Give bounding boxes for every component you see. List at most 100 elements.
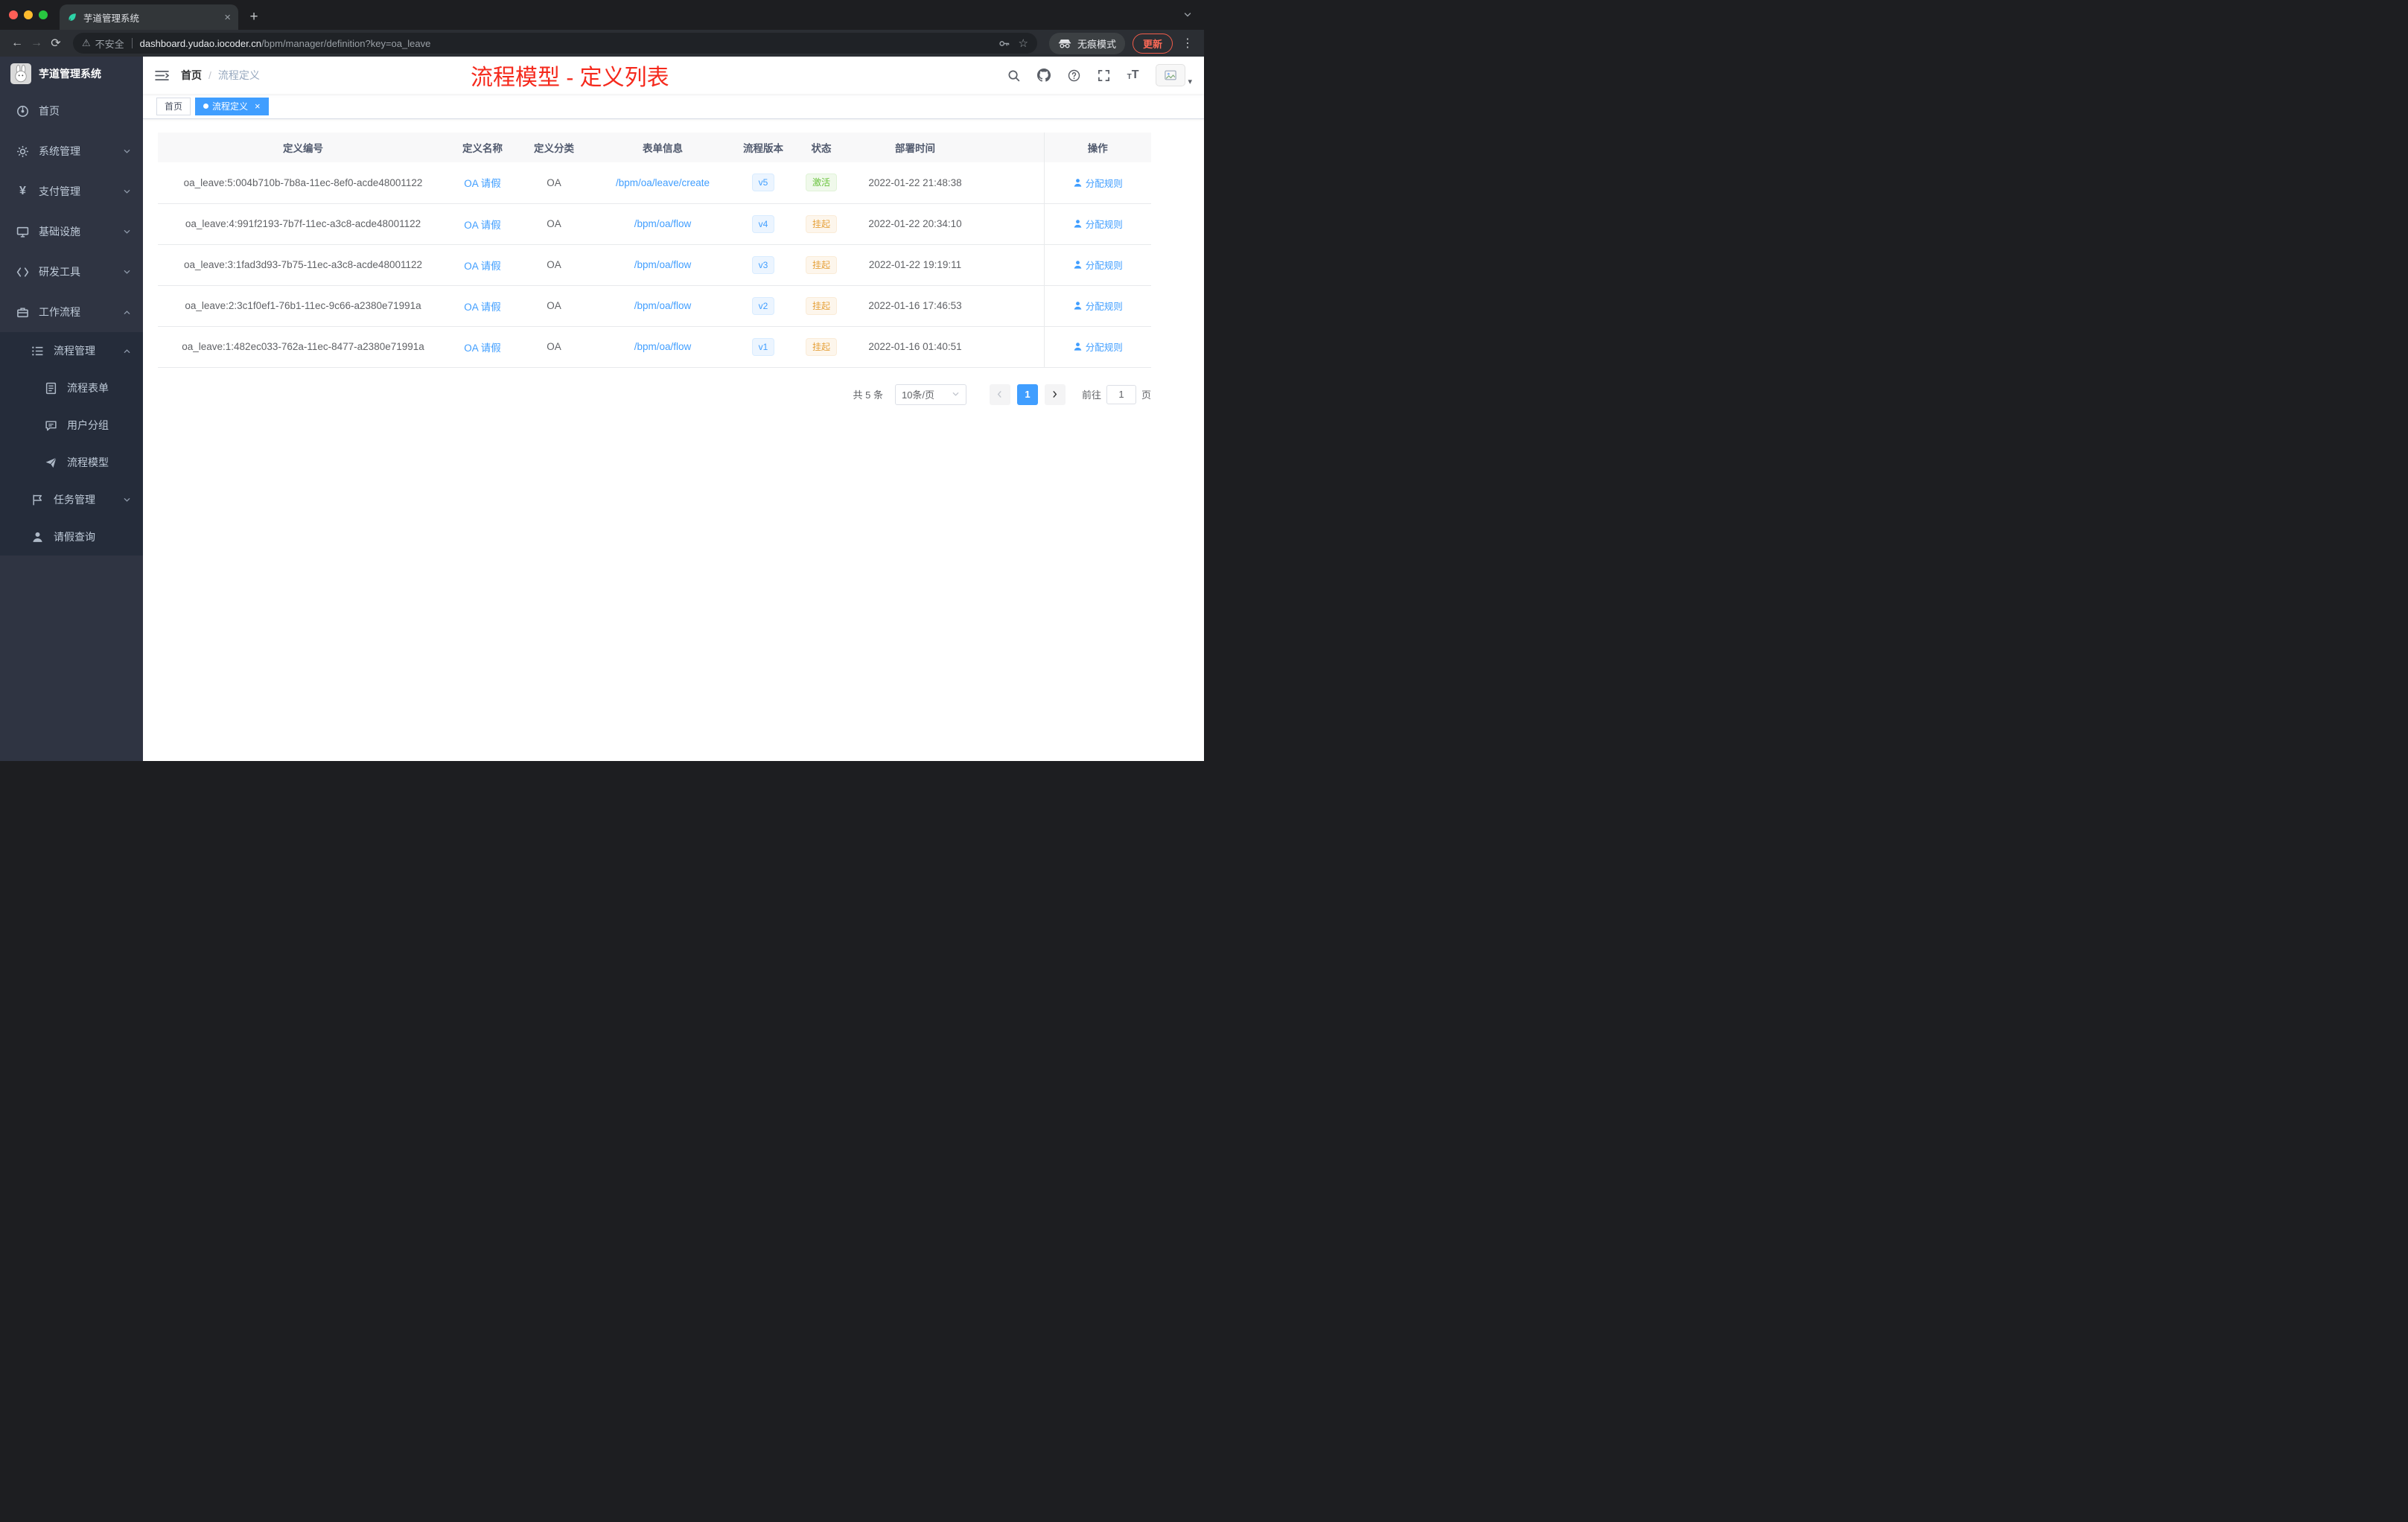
form-info-link[interactable]: /bpm/oa/leave/create [616, 177, 710, 188]
sidebar-item-workflow[interactable]: 工作流程 [0, 292, 143, 332]
url-host: dashboard.yudao.iocoder.cn [139, 37, 262, 49]
definition-name-link[interactable]: OA 请假 [464, 178, 501, 189]
tab-title: 芋道管理系统 [83, 13, 140, 24]
sidebar-item-home[interactable]: 首页 [0, 91, 143, 131]
sidebar-item-process-model[interactable]: 流程模型 [0, 444, 143, 481]
sidebar-item-payment[interactable]: ¥ 支付管理 [0, 171, 143, 211]
assign-rule-link[interactable]: 分配规则 [1073, 176, 1123, 190]
help-icon[interactable] [1068, 69, 1080, 82]
form-info-link[interactable]: /bpm/oa/flow [634, 341, 692, 352]
browser-tab[interactable]: 芋道管理系统 × [60, 4, 238, 30]
prev-page-button[interactable] [989, 383, 1010, 405]
col-deploy-time: 部署时间 [850, 133, 980, 162]
address-bar[interactable]: ⚠ 不安全 dashboard.yudao.iocoder.cn /bpm/ma… [73, 33, 1037, 54]
form-info-link[interactable]: /bpm/oa/flow [634, 300, 692, 311]
sidebar-item-infrastructure[interactable]: 基础设施 [0, 211, 143, 252]
definition-name-link[interactable]: OA 请假 [464, 261, 501, 272]
page-annotation: 流程模型 - 定义列表 [471, 66, 669, 90]
person-icon [1074, 302, 1082, 310]
sidebar-item-system[interactable]: 系统管理 [0, 131, 143, 171]
assign-rule-link[interactable]: 分配规则 [1073, 299, 1123, 313]
favicon-leaf-icon [67, 12, 77, 22]
definition-name-link[interactable]: OA 请假 [464, 343, 501, 354]
key-icon[interactable] [998, 38, 1010, 49]
gear-icon [17, 145, 28, 157]
definition-id: oa_leave:4:991f2193-7b7f-11ec-a3c8-acde4… [158, 203, 448, 245]
chevron-down-icon [123, 496, 131, 504]
new-tab-button[interactable]: + [243, 6, 265, 28]
person-icon [1074, 261, 1082, 269]
logo-block[interactable]: 芋道管理系统 [0, 57, 143, 91]
chevron-down-icon [123, 147, 131, 156]
sidebar-item-label: 研发工具 [39, 266, 80, 278]
window-minimize-button[interactable] [24, 10, 33, 19]
col-process-version: 流程版本 [734, 133, 792, 162]
page-number-button[interactable]: 1 [1016, 383, 1038, 405]
chevron-up-icon [123, 308, 131, 316]
next-page-button[interactable] [1044, 383, 1066, 405]
sidebar-item-label: 工作流程 [39, 306, 80, 318]
sidebar-item-process-form[interactable]: 流程表单 [0, 369, 143, 407]
form-info-link[interactable]: /bpm/oa/flow [634, 259, 692, 270]
sidebar-item-user-group[interactable]: 用户分组 [0, 407, 143, 444]
chevron-up-icon [123, 347, 131, 355]
page-unit-label: 页 [1141, 389, 1151, 401]
fullscreen-icon[interactable] [1098, 69, 1110, 82]
sidebar-item-dev-tools[interactable]: 研发工具 [0, 252, 143, 292]
font-size-icon[interactable]: TT [1127, 69, 1139, 81]
definition-name-link[interactable]: OA 请假 [464, 302, 501, 313]
sidebar-item-process-management[interactable]: 流程管理 [0, 332, 143, 369]
sidebar-item-leave-query[interactable]: 请假查询 [0, 518, 143, 555]
window-close-button[interactable] [9, 10, 18, 19]
table-row: oa_leave:1:482ec033-762a-11ec-8477-a2380… [158, 326, 1151, 368]
sidebar-item-task-management[interactable]: 任务管理 [0, 481, 143, 518]
breadcrumb: 首页 / 流程定义 [181, 68, 260, 83]
definition-category: OA [517, 326, 591, 368]
sidebar: 芋道管理系统 首页 系统管理 ¥ 支付管理 基础设施 研发工具 工作流程 流程管… [0, 57, 143, 761]
tag-label: 首页 [165, 101, 183, 112]
tag-close-icon[interactable]: × [255, 101, 261, 112]
workflow-submenu: 流程管理 流程表单 用户分组 流程模型 任务管理 请假查询 [0, 332, 143, 555]
definition-id: oa_leave:2:3c1f0ef1-76b1-11ec-9c66-a2380… [158, 285, 448, 327]
assign-rule-link[interactable]: 分配规则 [1073, 340, 1123, 354]
col-spacer [980, 133, 1044, 162]
sidebar-item-label: 任务管理 [54, 494, 95, 506]
goto-page-input[interactable] [1106, 384, 1136, 404]
definition-category: OA [517, 285, 591, 327]
forward-button[interactable]: → [27, 34, 46, 53]
user-group-icon [45, 420, 57, 430]
version-badge: v4 [751, 214, 775, 233]
github-icon[interactable] [1036, 69, 1051, 82]
assign-rule-link[interactable]: 分配规则 [1073, 258, 1123, 272]
pagination: 共 5 条 10条/页 1 前往 页 [158, 383, 1151, 405]
chrome-update-button[interactable]: 更新 [1132, 33, 1173, 54]
tab-search-chevron-icon[interactable] [1183, 10, 1192, 19]
assign-rule-link[interactable]: 分配规则 [1073, 217, 1123, 231]
person-icon [1074, 220, 1082, 228]
search-icon[interactable] [1007, 69, 1020, 82]
definition-id: oa_leave:1:482ec033-762a-11ec-8477-a2380… [158, 326, 448, 368]
chevron-down-icon [123, 228, 131, 236]
browser-menu-icon[interactable]: ⋮ [1179, 36, 1197, 51]
incognito-icon [1058, 39, 1071, 48]
back-button[interactable]: ← [7, 34, 27, 53]
window-zoom-button[interactable] [39, 10, 48, 19]
tag-label: 流程定义 [212, 101, 249, 112]
breadcrumb-home-link[interactable]: 首页 [181, 68, 202, 83]
user-menu[interactable]: ▾ [1156, 64, 1192, 86]
tag-process-definition[interactable]: 流程定义 × [195, 97, 269, 115]
bookmark-star-icon[interactable]: ☆ [1019, 36, 1028, 50]
home-icon [17, 105, 28, 117]
reload-button[interactable]: ⟳ [46, 34, 66, 53]
sidebar-toggle-icon[interactable] [155, 70, 169, 81]
form-info-link[interactable]: /bpm/oa/flow [634, 218, 692, 229]
definition-name-link[interactable]: OA 请假 [464, 220, 501, 231]
tab-close-icon[interactable]: × [224, 11, 231, 24]
url-path: /bpm/manager/definition?key=oa_leave [261, 37, 431, 49]
deploy-time: 2022-01-22 21:48:38 [850, 162, 980, 204]
tag-home[interactable]: 首页 [156, 97, 191, 115]
navbar-actions: TT ▾ [1007, 64, 1192, 86]
code-brackets-icon [16, 267, 29, 277]
table-row: oa_leave:2:3c1f0ef1-76b1-11ec-9c66-a2380… [158, 285, 1151, 327]
page-size-select[interactable]: 10条/页 [894, 383, 966, 405]
